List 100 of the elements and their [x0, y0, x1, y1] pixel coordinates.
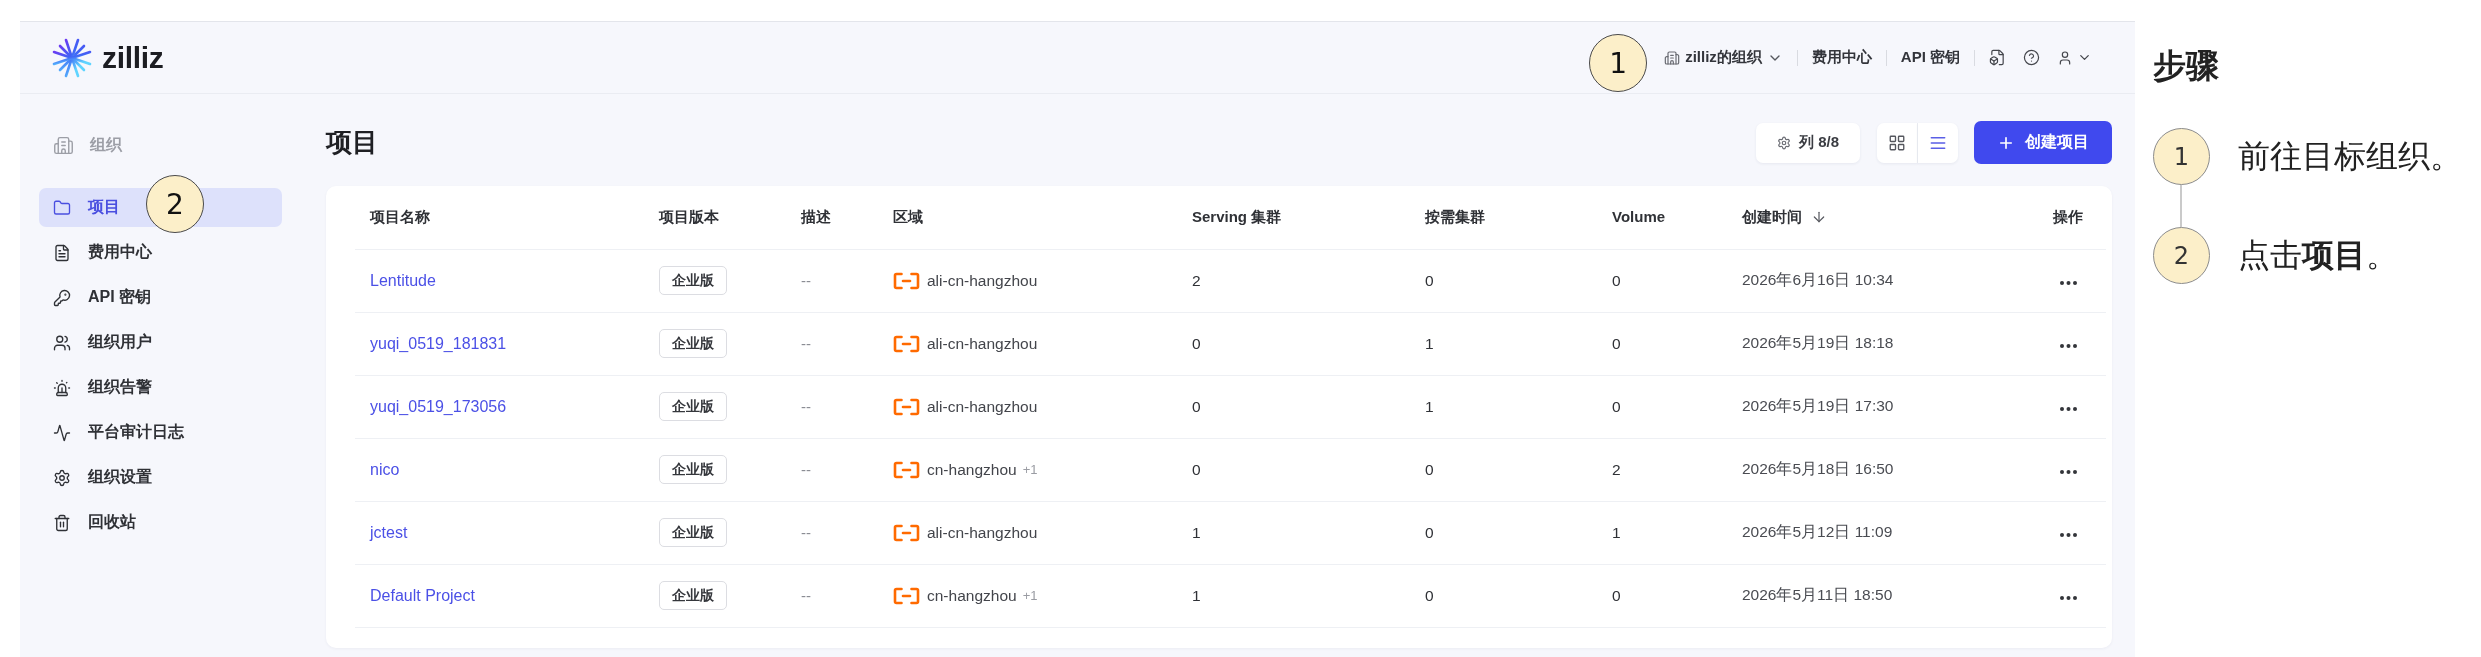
logo-text: zilliz [102, 42, 164, 73]
steps-title: 步骤 [2153, 46, 2220, 86]
view-toggle-button[interactable] [1877, 122, 1918, 163]
region-text: cn-hangzhou [927, 460, 1017, 479]
page-title: 项目 [326, 126, 378, 159]
callout-number: 1 [1589, 34, 1648, 92]
more-icon [2059, 595, 2077, 600]
project-name-link[interactable]: nico [370, 460, 400, 478]
edition-tag: 企业版 [659, 581, 727, 610]
volume-count: 0 [1612, 397, 1621, 415]
user-menu-button[interactable] [2057, 49, 2092, 66]
step-number: 2 [2153, 227, 2210, 284]
connector-line [2180, 185, 2182, 227]
serving-cluster-count: 0 [1192, 460, 1201, 478]
bracket-icon [893, 586, 920, 605]
volume-count: 2 [1612, 460, 1621, 478]
sidebar-item[interactable]: 组织用户 [39, 323, 282, 362]
column-header: 按需集群 [1425, 207, 1485, 227]
sidebar-item[interactable]: 组织告警 [39, 368, 282, 407]
description-text: -- [801, 397, 811, 415]
description-text: -- [801, 460, 811, 478]
project-name-link[interactable]: Default Project [370, 586, 475, 604]
project-name-link[interactable]: Lentitude [370, 271, 436, 289]
header-link[interactable]: 费用中心 [1811, 48, 1872, 67]
region-text: ali-cn-hangzhou [927, 334, 1038, 353]
project-name-link[interactable]: yuqi_0519_173056 [370, 397, 507, 415]
more-icon [2059, 343, 2077, 348]
more-icon [2059, 406, 2077, 411]
column-header: 操作 [2053, 207, 2083, 227]
serving-cluster-count: 0 [1192, 397, 1201, 415]
sidebar-item[interactable]: 组织设置 [39, 458, 282, 497]
project-name-link[interactable]: jctest [370, 523, 408, 541]
callout-number: 2 [146, 175, 204, 233]
view-toggle-button[interactable] [1918, 122, 1958, 163]
gear-icon [53, 468, 71, 487]
edition-tag: 企业版 [659, 392, 727, 421]
bracket-icon [893, 271, 920, 290]
created-time: 2026年5月11日 18:50 [1742, 586, 1893, 603]
serving-cluster-count: 2 [1192, 271, 1201, 289]
column-header: 项目名称 [370, 207, 430, 227]
region-text: ali-cn-hangzhou [927, 397, 1038, 416]
column-header: 描述 [801, 207, 831, 227]
column-header[interactable]: 创建时间 [1742, 207, 1827, 227]
more-icon [2059, 532, 2077, 537]
serving-cluster-count: 1 [1192, 523, 1201, 541]
description-text: -- [801, 334, 811, 352]
step-number: 1 [2153, 128, 2210, 185]
building-icon [1664, 49, 1681, 66]
help-button[interactable] [2023, 49, 2040, 66]
sidebar-item[interactable]: 项目 2 [39, 175, 282, 232]
column-header: Serving 集群 [1192, 207, 1282, 227]
region-text: ali-cn-hangzhou [927, 271, 1038, 290]
step-text: 前往目标组织。 [2238, 136, 2462, 176]
folder-icon [53, 198, 71, 217]
edition-tag: 企业版 [659, 455, 727, 484]
users-icon [53, 333, 71, 352]
org-selector[interactable]: zilliz的组织 [1664, 48, 1783, 67]
serving-cluster-count: 1 [1192, 586, 1201, 604]
bracket-icon [893, 334, 920, 353]
sidebar-item[interactable]: 平台审计日志 [39, 413, 282, 452]
column-header: Volume [1612, 208, 1666, 226]
volume-count: 0 [1612, 271, 1621, 289]
description-text: -- [801, 271, 811, 289]
description-text: -- [801, 586, 811, 604]
created-time: 2026年5月19日 17:30 [1742, 397, 1894, 414]
more-icon [2059, 469, 2077, 474]
bracket-icon [893, 523, 920, 542]
edition-tag: 企业版 [659, 518, 727, 547]
column-header: 项目版本 [659, 207, 719, 227]
volume-count: 1 [1612, 523, 1621, 541]
docs-button[interactable] [1989, 49, 2006, 66]
on-demand-cluster-count: 0 [1425, 271, 1434, 289]
header-link[interactable]: API 密钥 [1900, 48, 1960, 67]
sidebar-item[interactable]: 费用中心 [39, 233, 282, 272]
trash-icon [53, 513, 71, 532]
region-text: ali-cn-hangzhou [927, 523, 1038, 542]
created-time: 2026年6月16日 10:34 [1742, 271, 1894, 288]
more-icon [2059, 280, 2077, 285]
columns-button[interactable]: 列 8/8 [1756, 122, 1860, 163]
sidebar-item[interactable]: API 密钥 [39, 278, 282, 317]
create-project-button[interactable]: 创建项目 [1974, 121, 2112, 164]
edition-tag: 企业版 [659, 329, 727, 358]
gear-icon [1777, 135, 1791, 150]
sidebar-item[interactable]: 回收站 [39, 503, 282, 542]
created-time: 2026年5月18日 16:50 [1742, 460, 1894, 477]
volume-count: 0 [1612, 586, 1621, 604]
building-icon [53, 134, 74, 156]
on-demand-cluster-count: 0 [1425, 586, 1434, 604]
help-icon [2023, 49, 2040, 66]
project-name-link[interactable]: yuqi_0519_181831 [370, 334, 507, 352]
volume-count: 0 [1612, 334, 1621, 352]
edition-tag: 企业版 [659, 266, 727, 295]
on-demand-cluster-count: 0 [1425, 523, 1434, 541]
region-extra-count: +1 [1022, 588, 1038, 603]
siren-icon [53, 378, 71, 397]
column-header: 区域 [893, 207, 923, 227]
created-time: 2026年5月19日 18:18 [1742, 334, 1894, 351]
on-demand-cluster-count: 1 [1425, 334, 1434, 352]
bracket-icon [893, 397, 920, 416]
bracket-icon [893, 460, 920, 479]
